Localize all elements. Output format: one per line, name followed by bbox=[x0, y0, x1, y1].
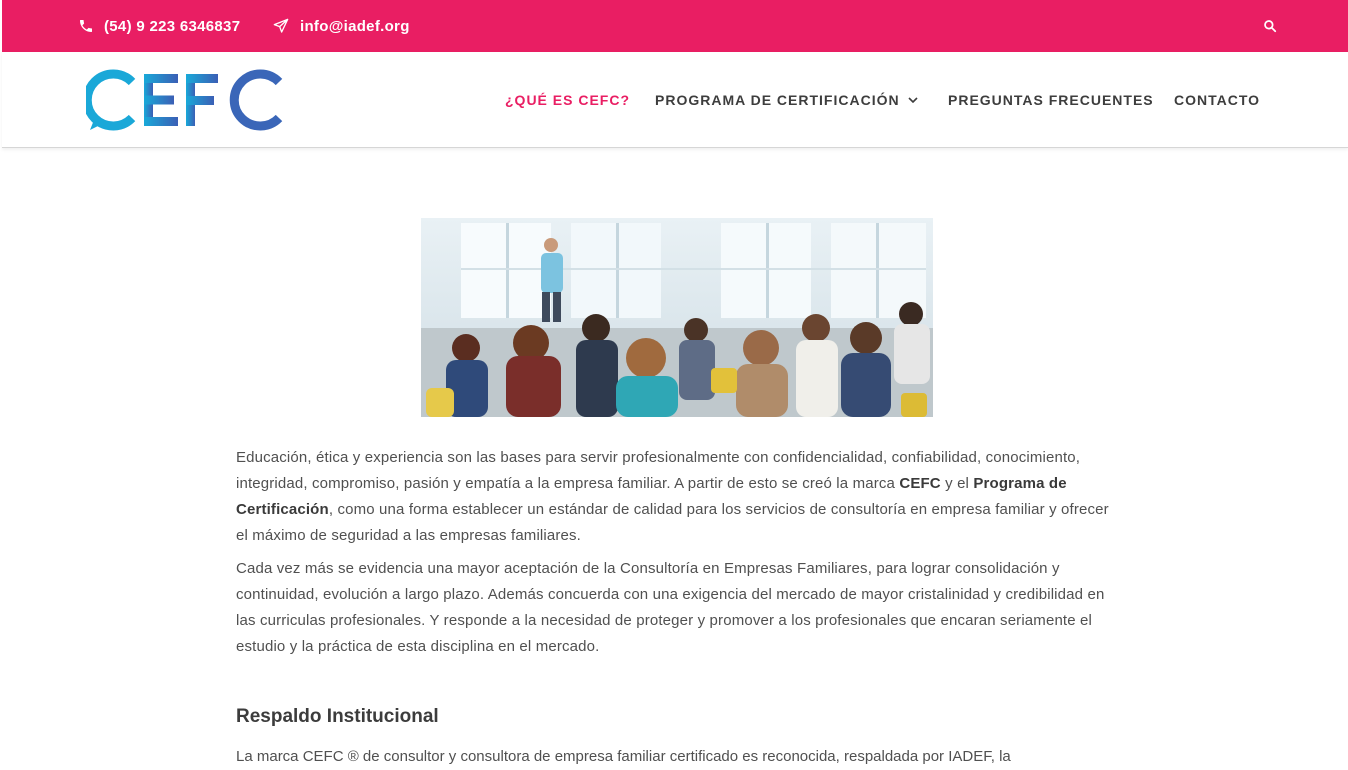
nav-label: CONTACTO bbox=[1174, 91, 1261, 108]
nav-label: PROGRAMA DE CERTIFICACIÓN bbox=[655, 91, 900, 108]
brand-cefc: CEFC bbox=[899, 475, 941, 492]
p1-text-e: , como una forma establecer un estándar … bbox=[236, 501, 1109, 544]
nav-programa-de-certificacion[interactable]: PROGRAMA DE CERTIFICACIÓN bbox=[655, 52, 918, 147]
section-title-respaldo: Respaldo Institucional bbox=[236, 706, 439, 727]
nav-que-es-cefc[interactable]: ¿QUÉ ES CEFC? bbox=[505, 52, 630, 147]
search-icon bbox=[1264, 20, 1277, 33]
paper-plane-icon bbox=[273, 18, 289, 33]
paragraph-3: La marca CEFC ® de consultor y consultor… bbox=[236, 748, 1011, 765]
p1-text-c: y el bbox=[940, 475, 974, 492]
cefc-logo[interactable] bbox=[82, 68, 286, 132]
top-bar: (54) 9 223 6346837 info@iadef.org bbox=[2, 0, 1348, 52]
phone-link[interactable]: (54) 9 223 6346837 bbox=[78, 0, 240, 52]
nav-contacto[interactable]: CONTACTO bbox=[1174, 52, 1260, 147]
intro-text: Educación, ética y experiencia son las b… bbox=[236, 445, 1116, 667]
search-button[interactable] bbox=[1260, 16, 1280, 36]
chevron-down-icon bbox=[908, 96, 918, 103]
phone-number: (54) 9 223 6346837 bbox=[104, 17, 241, 35]
email-address: info@iadef.org bbox=[300, 17, 410, 35]
main-header: ¿QUÉ ES CEFC? PROGRAMA DE CERTIFICACIÓN … bbox=[2, 52, 1348, 148]
phone-icon bbox=[80, 20, 92, 32]
paragraph-2: Cada vez más se evidencia una mayor acep… bbox=[236, 560, 1105, 655]
nav-label: PREGUNTAS FRECUENTES bbox=[948, 91, 1154, 108]
paragraph-1: Educación, ética y experiencia son las b… bbox=[236, 445, 1116, 549]
nav-preguntas-frecuentes[interactable]: PREGUNTAS FRECUENTES bbox=[948, 52, 1154, 147]
email-link[interactable]: info@iadef.org bbox=[272, 0, 410, 52]
nav-label: ¿QUÉ ES CEFC? bbox=[505, 91, 631, 108]
classroom-photo bbox=[421, 218, 933, 417]
